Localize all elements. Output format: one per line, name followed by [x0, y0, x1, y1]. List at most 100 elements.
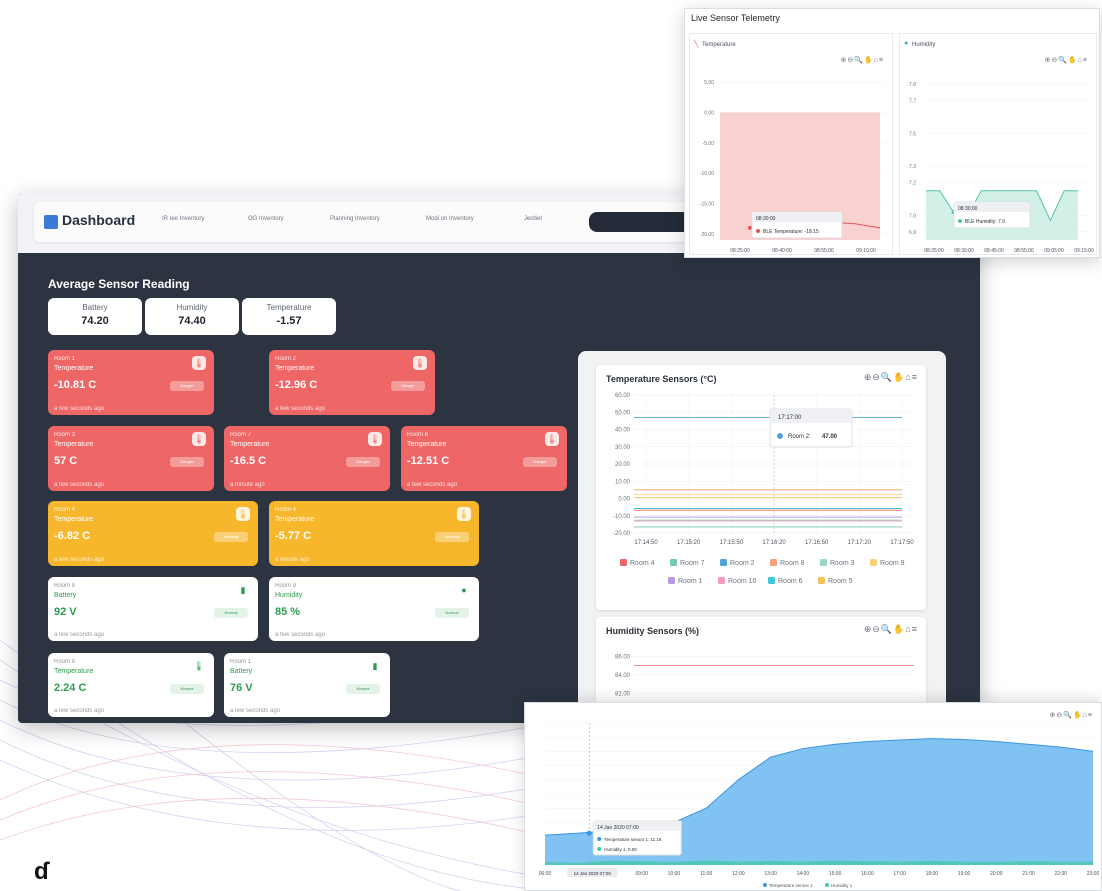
- history-area-chart[interactable]: 06:0007:0008:0009:0010:0011:0012:0013:00…: [525, 703, 1102, 891]
- nav-item-planning-inventory[interactable]: Planning Inventory: [330, 216, 380, 222]
- tooltip-time: 17:17:00: [778, 415, 802, 421]
- y-tick-label: 40.00: [615, 428, 631, 434]
- sensor-type: Temperature: [230, 441, 270, 448]
- status-badge[interactable]: Danger: [346, 457, 380, 467]
- status-badge[interactable]: Normal: [214, 608, 248, 618]
- x-tick-label: 17:00: [893, 871, 906, 877]
- status-badge[interactable]: Warning: [435, 532, 469, 542]
- sensor-card[interactable]: Room 3 Temperature 57 C a few seconds ag…: [48, 426, 214, 491]
- x-tick-label: 18:00: [926, 871, 939, 877]
- status-badge[interactable]: Normal: [346, 684, 380, 694]
- sensor-value: -5.77 C: [275, 530, 312, 542]
- x-tick-label: 12:00: [732, 871, 745, 877]
- x-tick-label: 09:10:00: [856, 248, 876, 254]
- sensor-timestamp: a few seconds ago: [230, 708, 281, 714]
- live-temperature-chart[interactable]: 5.00 0.00 -5.00 -10.00 -15.00 -20.00 08:25:00 0…: [690, 34, 894, 256]
- sensor-card[interactable]: Room 8 Temperature -12.51 C a few second…: [401, 426, 567, 491]
- legend-swatch: [718, 577, 725, 584]
- tooltip-text: BLE Humidity: 7.0: [965, 219, 1005, 225]
- sensor-room: Room 9: [275, 583, 297, 589]
- sensor-value: -12.96 C: [275, 379, 318, 391]
- thermometer-icon: 🌡: [193, 661, 205, 671]
- x-tick-label: 08:55:00: [1014, 248, 1034, 254]
- thermometer-icon: 🌡: [192, 356, 206, 370]
- sensor-card[interactable]: Room 9 Humidity 85 % a few seconds ago ●…: [269, 577, 479, 641]
- sensor-value: 92 V: [54, 606, 77, 618]
- nav-item-modi-inventory[interactable]: Modi on Inventory: [426, 216, 474, 222]
- x-tick-label: 14:00: [797, 871, 810, 877]
- y-tick-label: -20.00: [700, 232, 714, 238]
- status-badge[interactable]: Normal: [435, 608, 469, 618]
- sensor-value: 85 %: [275, 606, 301, 618]
- live-humidity-chart[interactable]: 7.8 7.7 7.5 7.3 7.2 7.0 6.9 08:25:00 08:30:00 08:…: [900, 34, 1098, 256]
- sensor-card[interactable]: Room 4 Temperature -5.77 C a minute ago …: [269, 501, 479, 566]
- temperature-chart-svg[interactable]: 60.00 50.00 40.00 30.00 20.00 10.00 0.00 -10.00…: [596, 365, 926, 610]
- sensor-card[interactable]: Room 7 Temperature -16.5 C a minute ago …: [224, 426, 390, 491]
- legend-label: Room 4: [630, 560, 655, 567]
- sensor-value: -6.82 C: [54, 530, 91, 542]
- y-tick-label: 86.00: [615, 654, 631, 660]
- page-title: Average Sensor Reading: [48, 277, 190, 291]
- x-tick-label: 17:17:20: [848, 540, 872, 546]
- sensor-value: 57 C: [54, 455, 78, 467]
- thermometer-icon: 🌡: [236, 507, 250, 521]
- sensor-room: Room 3: [54, 432, 76, 438]
- sensor-type: Temperature: [54, 441, 94, 448]
- x-tick-label: 23:00: [1087, 871, 1100, 877]
- sensor-card[interactable]: Room 4 Temperature -6.82 C a few seconds…: [48, 501, 258, 566]
- sensor-card[interactable]: Room 1 Battery 76 V a few seconds ago ▮ …: [224, 653, 390, 717]
- sensor-card[interactable]: Room 2 Temperature -12.96 C a few second…: [269, 350, 435, 415]
- tooltip-marker: [597, 847, 602, 851]
- status-badge[interactable]: Danger: [391, 381, 425, 391]
- legend-swatch: [825, 883, 829, 887]
- legend-label: Room 9: [880, 560, 905, 567]
- sensor-timestamp: a few seconds ago: [407, 482, 458, 488]
- legend-swatch: [818, 577, 825, 584]
- sensor-card[interactable]: Room 1 Temperature -10.81 C a few second…: [48, 350, 214, 415]
- status-badge[interactable]: Danger: [523, 457, 557, 467]
- x-tick-label: 20:00: [990, 871, 1003, 877]
- x-tick-label: 11:00: [700, 871, 712, 877]
- sensor-card[interactable]: Room 9 Temperature 2.24 C a few seconds …: [48, 653, 214, 717]
- x-tick-label: 21:00: [1022, 871, 1035, 877]
- sensor-type: Battery: [54, 592, 77, 599]
- sensor-type: Temperature: [407, 441, 447, 448]
- legend-label: Room 2: [730, 560, 755, 567]
- y-tick-label: 10.00: [615, 479, 631, 485]
- average-value: 74.40: [178, 315, 206, 327]
- status-badge[interactable]: Warning: [214, 532, 248, 542]
- nav-item-ir-iee-inventory[interactable]: IR Iee Inventory: [162, 216, 204, 222]
- sensor-timestamp: a few seconds ago: [54, 632, 105, 638]
- average-battery-card: Battery 74.20: [48, 298, 142, 335]
- nav-item-og-inventory[interactable]: OG Inventory: [248, 216, 284, 222]
- sensor-value: -10.81 C: [54, 379, 97, 391]
- live-humidity-panel: Humidity ● ⊕⊖🔍✋⌂≡ 7.8 7.7 7.5 7.3 7.2 7.0 6.9 0…: [899, 33, 1097, 255]
- thermometer-icon: 🌡: [192, 432, 206, 446]
- thermometer-icon: 🌡: [457, 507, 471, 521]
- y-tick-label: 7.0: [909, 213, 916, 219]
- company-logo: ɗ: [34, 858, 49, 885]
- average-label: Battery: [82, 303, 108, 312]
- live-telemetry-window: Live Sensor Telemetry Temperature ╲ ⊕⊖🔍✋…: [684, 8, 1100, 258]
- y-tick-label: 0.00: [704, 110, 714, 116]
- battery-icon: ▮: [240, 585, 246, 595]
- y-tick-label: 7.7: [909, 99, 916, 105]
- y-tick-label: 7.8: [909, 82, 916, 88]
- status-badge[interactable]: Danger: [170, 381, 204, 391]
- legend-swatch: [770, 559, 777, 566]
- sensor-room: Room 1: [230, 659, 252, 665]
- status-badge[interactable]: Normal: [170, 684, 204, 694]
- x-tick-label: 09:00: [635, 871, 648, 877]
- brand-title[interactable]: Dashboard: [62, 212, 135, 228]
- sensor-room: Room 2: [275, 356, 297, 362]
- x-tick-label: 17:15:50: [720, 540, 744, 546]
- nav-item-jerdiet[interactable]: Jerdiet: [524, 216, 542, 222]
- sensor-room: Room 4: [54, 507, 76, 513]
- y-tick-label: 5.00: [704, 80, 714, 86]
- status-badge[interactable]: Danger: [170, 457, 204, 467]
- sensor-value: 2.24 C: [54, 682, 87, 694]
- sensor-value: -12.51 C: [407, 455, 450, 467]
- sensor-card[interactable]: Room 9 Battery 92 V a few seconds ago ▮ …: [48, 577, 258, 641]
- average-label: Temperature: [266, 303, 312, 312]
- legend-swatch: [870, 559, 877, 566]
